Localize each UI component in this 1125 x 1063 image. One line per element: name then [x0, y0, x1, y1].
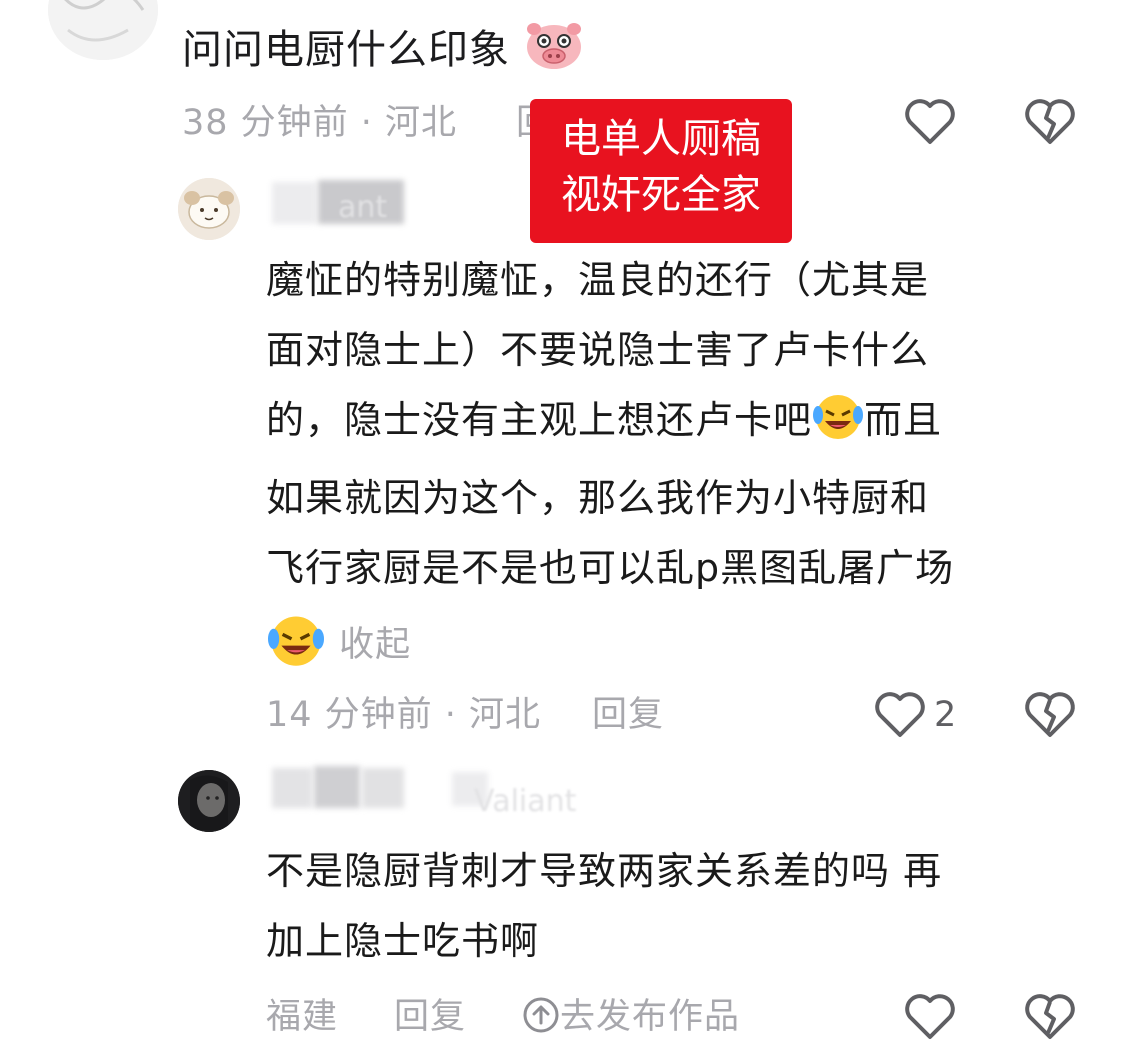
username-blurred[interactable]	[314, 766, 360, 808]
reply-text: 魔怔的特别魔怔，温良的还行（尤其是 面对隐士上）不要说隐士害了卢卡什么 的，隐士…	[266, 245, 1086, 603]
reply-button[interactable]: 回复	[394, 994, 466, 1040]
username-blurred[interactable]	[272, 182, 316, 224]
reply-meta: 14 分钟前 · 河北	[266, 692, 541, 738]
overlay-badge-line2: 视奸死全家	[561, 172, 761, 218]
reply-text-line: 魔怔的特别魔怔，温良的还行（尤其是	[266, 258, 930, 302]
like-heart-icon[interactable]	[902, 94, 958, 150]
reply-text-line: 飞行家厨是不是也可以乱p黑图乱屠广场	[266, 546, 955, 590]
reply-location: 福建	[266, 997, 339, 1037]
dislike-broken-heart-icon[interactable]	[1022, 989, 1078, 1045]
dislike-broken-heart-icon[interactable]	[1022, 687, 1078, 743]
overlay-badge: 电单人厕稿 视奸死全家	[530, 99, 792, 243]
collapse-button[interactable]: 收起	[339, 625, 411, 665]
reply-button[interactable]: 回复	[592, 692, 664, 738]
comment-time-location: 38 分钟前 · 河北	[182, 103, 458, 143]
avatar[interactable]	[48, 0, 158, 60]
username-ghost-text: ant	[338, 190, 388, 225]
overlay-badge-line1: 电单人厕稿	[561, 116, 761, 162]
reply-avatar[interactable]	[178, 770, 240, 832]
reply-text-line: 如果就因为这个，那么我作为小特厨和	[266, 476, 930, 520]
reply-text-line: 面对隐士上）不要说隐士害了卢卡什么	[266, 328, 930, 372]
comment-text: 问问电厨什么印象	[182, 20, 584, 88]
publish-work-button[interactable]: 去发布作品	[522, 994, 740, 1046]
username-blurred[interactable]	[272, 768, 312, 808]
dislike-broken-heart-icon[interactable]	[1022, 94, 1078, 150]
reply-time-location: 14 分钟前 · 河北	[266, 695, 542, 735]
pig-face-emoji-icon	[524, 21, 584, 88]
like-heart-icon[interactable]	[872, 687, 928, 743]
reply-avatar[interactable]	[178, 178, 240, 240]
like-count: 2	[934, 695, 958, 735]
comment-text-content: 问问电厨什么印象	[182, 27, 510, 73]
reply-text: 不是隐厨背刺才导致两家关系差的吗 再 加上隐士吃书啊	[266, 836, 1086, 976]
reply-text-line: 的，隐士没有主观上想还卢卡吧 而且	[266, 385, 1086, 463]
laughing-crying-emoji-icon	[266, 612, 326, 672]
username-blurred[interactable]	[362, 768, 404, 808]
upload-arrow-icon	[522, 996, 560, 1046]
username-ghost-text: Valiant	[474, 784, 577, 819]
laughing-crying-emoji-icon	[812, 391, 864, 463]
reply-meta: 福建	[266, 994, 338, 1040]
comment-meta: 38 分钟前 · 河北	[182, 100, 457, 146]
reply-text-line: 加上隐士吃书啊	[266, 919, 540, 963]
collapse-row[interactable]: 收起	[266, 612, 411, 672]
like-heart-icon[interactable]	[902, 989, 958, 1045]
reply-text-line: 不是隐厨背刺才导致两家关系差的吗 再	[266, 849, 943, 893]
